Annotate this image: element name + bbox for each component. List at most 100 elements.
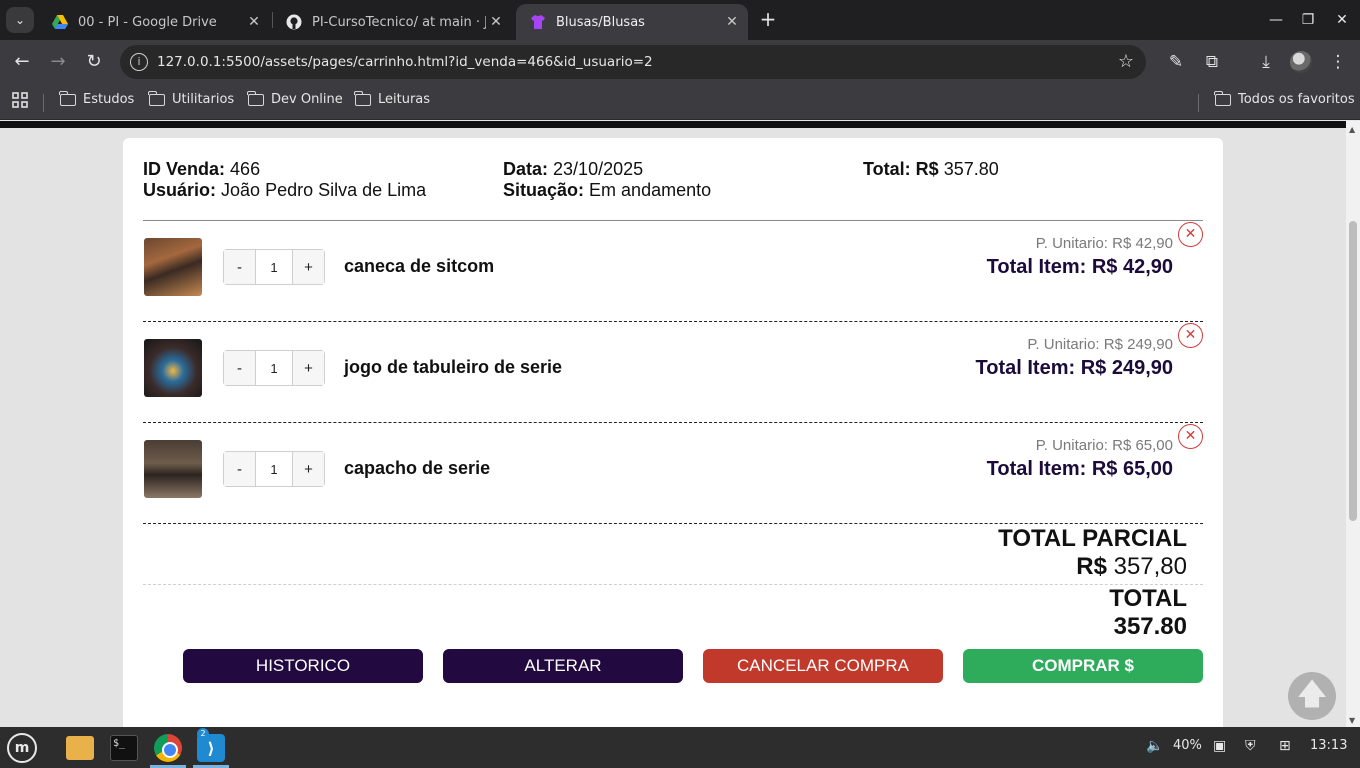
partial-total-label: TOTAL PARCIAL	[998, 525, 1187, 552]
back-to-top-button[interactable]: 🡅	[1288, 672, 1336, 720]
scroll-up-icon[interactable]: ▲	[1349, 125, 1355, 134]
alter-button[interactable]: ALTERAR	[443, 649, 683, 683]
shirt-icon	[530, 14, 546, 30]
product-image-board-game	[144, 339, 202, 397]
close-window-icon[interactable]: ✕	[1330, 8, 1354, 32]
bookmarks-separator	[1198, 94, 1199, 112]
start-menu-button[interactable]: m	[4, 730, 40, 766]
scrollbar-thumb[interactable]	[1349, 221, 1357, 521]
remove-item-icon[interactable]: ✕	[1178, 222, 1203, 247]
bookmarks-bar: Estudos Utilitarios Dev Online Leituras …	[0, 84, 1360, 120]
bookmarks-separator	[43, 94, 44, 112]
cart-item: - 1 + jogo de tabuleiro de serie P. Unit…	[143, 322, 1203, 423]
restore-icon[interactable]: ❐	[1296, 8, 1320, 32]
cart-item: - 1 + caneca de sitcom P. Unitario: R$ 4…	[143, 221, 1203, 322]
bookmark-label: Dev Online	[271, 92, 343, 107]
camera-icon[interactable]: ▣	[1213, 738, 1226, 754]
reload-icon[interactable]: ↻	[82, 50, 106, 74]
browser-toolbar: ← → ↻ i 127.0.0.1:5500/assets/pages/carr…	[0, 40, 1360, 84]
taskbar-chrome[interactable]	[150, 730, 186, 766]
partial-total-value: 357,80	[1113, 553, 1187, 580]
product-name: jogo de tabuleiro de serie	[344, 357, 563, 377]
sale-id-label: ID Venda:	[143, 159, 226, 179]
network-icon[interactable]: ⊞	[1279, 738, 1291, 754]
bookmark-folder-utilitarios[interactable]: Utilitarios	[148, 90, 234, 107]
download-icon[interactable]: ⤓	[1254, 50, 1278, 74]
quantity-increase-button[interactable]: +	[293, 250, 324, 284]
tab-github[interactable]: PI-CursoTecnico/ at main · Jo ✕	[272, 4, 512, 40]
folder-icon	[354, 90, 371, 106]
product-image-mug	[144, 238, 202, 296]
page-header-edge	[0, 121, 1346, 128]
battery-percent[interactable]: 40%	[1173, 738, 1202, 753]
remove-item-icon[interactable]: ✕	[1178, 323, 1203, 348]
profile-avatar[interactable]	[1290, 51, 1312, 73]
grand-total-value: 357.80	[1113, 613, 1187, 640]
minimize-icon[interactable]: —	[1264, 8, 1288, 32]
tab-close-icon[interactable]: ✕	[486, 14, 506, 30]
partial-total: TOTAL PARCIAL R$ 357,80	[998, 525, 1187, 581]
forward-icon[interactable]: →	[46, 50, 70, 74]
cancel-purchase-button[interactable]: CANCELAR COMPRA	[703, 649, 943, 683]
item-total: Total Item: R$ 65,00	[986, 458, 1173, 480]
sale-total-label: Total: R$	[863, 159, 939, 179]
eyedropper-icon[interactable]: ✎	[1164, 50, 1188, 74]
currency-symbol: R$	[1076, 553, 1107, 580]
apps-grid-icon[interactable]	[12, 92, 28, 108]
tab-title: 00 - PI - Google Drive	[78, 14, 217, 30]
scroll-down-icon[interactable]: ▼	[1349, 716, 1355, 725]
tab-close-icon[interactable]: ✕	[244, 14, 264, 30]
sale-date-label: Data:	[503, 159, 549, 179]
folder-icon	[1214, 90, 1231, 106]
quantity-decrease-button[interactable]: -	[224, 351, 255, 385]
bookmark-folder-leituras[interactable]: Leituras	[354, 90, 430, 107]
page-scrollbar[interactable]: ▲ ▼	[1346, 121, 1360, 727]
taskbar-terminal[interactable]: $_	[106, 730, 142, 766]
page-viewport: ID Venda: 466 Usuário: João Pedro Silva …	[0, 121, 1346, 727]
tab-blusas[interactable]: Blusas/Blusas ✕	[516, 4, 748, 40]
sale-status: Situação: Em andamento	[503, 180, 711, 201]
product-name: capacho de serie	[344, 458, 491, 478]
buy-button[interactable]: COMPRAR $	[963, 649, 1203, 683]
sale-date-value: 23/10/2025	[553, 159, 644, 179]
unit-price: P. Unitario: R$ 249,90	[1027, 336, 1173, 353]
terminal-icon: $_	[110, 735, 138, 761]
tab-search-button[interactable]: ⌄	[6, 7, 34, 33]
quantity-decrease-button[interactable]: -	[224, 452, 255, 486]
item-total: Total Item: R$ 42,90	[986, 256, 1173, 278]
quantity-increase-button[interactable]: +	[293, 452, 324, 486]
github-icon	[286, 14, 302, 30]
quantity-value[interactable]: 1	[255, 250, 293, 284]
quantity-stepper: - 1 +	[223, 249, 325, 285]
folder-icon	[148, 90, 165, 106]
sale-status-value: Em andamento	[589, 180, 712, 200]
volume-icon[interactable]: 🔈	[1146, 738, 1163, 754]
menu-kebab-icon[interactable]: ⋮	[1326, 50, 1350, 74]
tab-close-icon[interactable]: ✕	[722, 14, 742, 30]
folder-icon	[247, 90, 264, 106]
site-info-icon[interactable]: i	[130, 53, 148, 71]
address-bar[interactable]: i 127.0.0.1:5500/assets/pages/carrinho.h…	[120, 45, 1146, 79]
bookmark-folder-dev-online[interactable]: Dev Online	[247, 90, 343, 107]
tab-title: Blusas/Blusas	[556, 14, 645, 30]
extensions-icon[interactable]: ⧉	[1200, 50, 1224, 74]
quantity-increase-button[interactable]: +	[293, 351, 324, 385]
taskbar-files[interactable]	[62, 730, 98, 766]
bookmark-star-icon[interactable]: ☆	[1118, 51, 1134, 72]
back-icon[interactable]: ←	[10, 50, 34, 74]
sale-user-value: João Pedro Silva de Lima	[221, 180, 427, 200]
quantity-decrease-button[interactable]: -	[224, 250, 255, 284]
new-tab-button[interactable]: +	[756, 8, 780, 32]
remove-item-icon[interactable]: ✕	[1178, 424, 1203, 449]
history-button[interactable]: HISTORICO	[183, 649, 423, 683]
shield-icon[interactable]: ⛨	[1245, 738, 1256, 754]
grand-total: TOTAL 357.80	[1109, 585, 1187, 641]
sale-total: Total: R$ 357.80	[863, 159, 999, 180]
clock[interactable]: 13:13	[1310, 738, 1347, 753]
url-text[interactable]: 127.0.0.1:5500/assets/pages/carrinho.htm…	[157, 54, 653, 70]
quantity-value[interactable]: 1	[255, 351, 293, 385]
bookmark-folder-estudos[interactable]: Estudos	[59, 90, 134, 107]
all-bookmarks-folder[interactable]: Todos os favoritos	[1214, 90, 1355, 107]
tab-google-drive[interactable]: 00 - PI - Google Drive ✕	[38, 4, 270, 40]
quantity-value[interactable]: 1	[255, 452, 293, 486]
